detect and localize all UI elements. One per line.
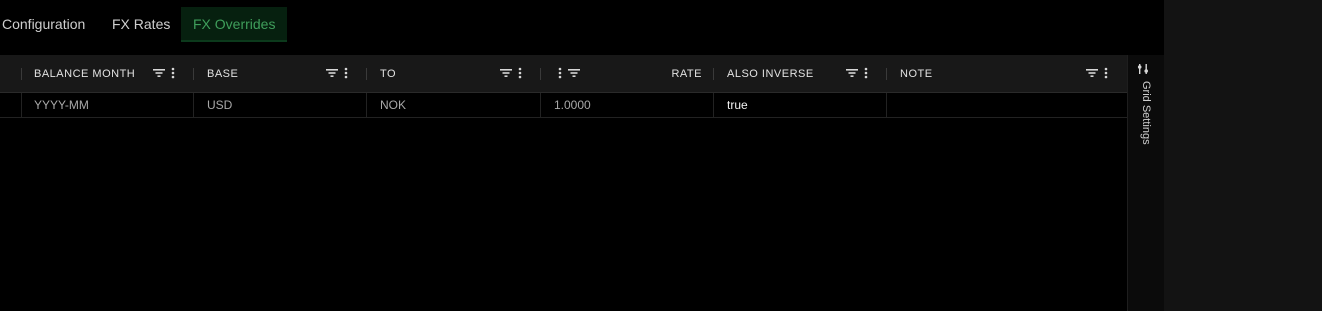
- empty-right-panel: [1164, 0, 1322, 311]
- grid-settings-tab[interactable]: Grid Settings: [1134, 63, 1154, 153]
- tab-bar: Configuration FX Rates FX Overrides: [0, 0, 1164, 48]
- header-label: BALANCE MONTH: [34, 67, 136, 80]
- cell-also-inverse[interactable]: true: [714, 93, 887, 117]
- table-row[interactable]: YYYY-MM USD NOK 1.0000 true: [0, 93, 1127, 118]
- data-grid: BALANCE MONTH BASE TO RATE ALSO INVERSE …: [0, 55, 1127, 311]
- grid-side-bar: Grid Settings: [1127, 55, 1164, 311]
- header-label: NOTE: [900, 67, 933, 80]
- cell-rate[interactable]: 1.0000: [541, 93, 714, 117]
- grid-header: BALANCE MONTH BASE TO RATE ALSO INVERSE …: [0, 55, 1127, 93]
- tab-fx-rates[interactable]: FX Rates: [112, 7, 170, 42]
- header-label: BASE: [207, 67, 239, 80]
- filter-icon[interactable]: [1086, 68, 1098, 78]
- cell-base[interactable]: USD: [194, 93, 367, 117]
- header-rate[interactable]: RATE: [541, 55, 714, 92]
- header-also-inverse[interactable]: ALSO INVERSE: [714, 55, 887, 92]
- header-select-column: [0, 55, 22, 92]
- cell-to[interactable]: NOK: [367, 93, 541, 117]
- column-menu-icon[interactable]: [171, 67, 175, 79]
- row-select-cell[interactable]: [0, 93, 22, 117]
- header-label: ALSO INVERSE: [727, 67, 814, 80]
- tab-fx-overrides[interactable]: FX Overrides: [181, 7, 288, 42]
- filter-icon[interactable]: [568, 68, 580, 78]
- cell-balance-month[interactable]: YYYY-MM: [22, 93, 194, 117]
- header-balance-month[interactable]: BALANCE MONTH: [22, 55, 194, 92]
- header-label: RATE: [671, 67, 702, 80]
- column-menu-icon[interactable]: [518, 67, 522, 79]
- sliders-icon: [1137, 64, 1148, 74]
- cell-note[interactable]: [887, 93, 1127, 117]
- column-menu-icon[interactable]: [344, 67, 348, 79]
- header-note[interactable]: NOTE: [887, 55, 1127, 92]
- header-to[interactable]: TO: [367, 55, 541, 92]
- header-label: TO: [380, 67, 397, 80]
- filter-icon[interactable]: [846, 68, 858, 78]
- column-menu-icon[interactable]: [864, 67, 868, 79]
- filter-icon[interactable]: [153, 68, 165, 78]
- filter-icon[interactable]: [326, 68, 338, 78]
- header-base[interactable]: BASE: [194, 55, 367, 92]
- filter-icon[interactable]: [500, 68, 512, 78]
- grid-settings-label: Grid Settings: [1140, 81, 1152, 145]
- column-menu-icon[interactable]: [1104, 67, 1108, 79]
- column-menu-icon[interactable]: [558, 67, 562, 79]
- tab-configuration[interactable]: Configuration: [2, 7, 85, 42]
